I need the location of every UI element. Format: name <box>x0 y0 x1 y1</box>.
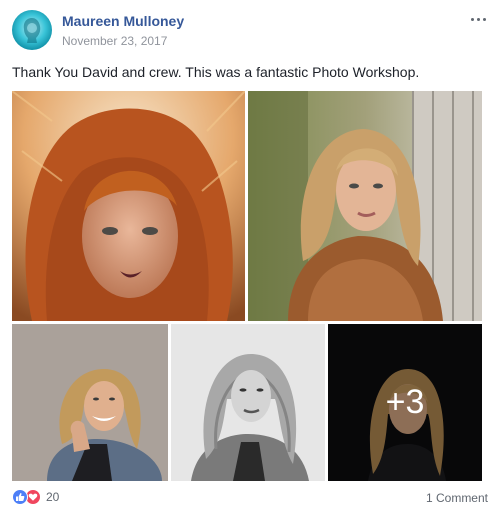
photo-1-image <box>12 91 245 321</box>
comments-link[interactable]: 1 Comment <box>426 491 488 505</box>
photo-4[interactable] <box>171 324 325 481</box>
dot <box>470 17 474 21</box>
author-avatar[interactable] <box>12 10 52 50</box>
facebook-post: Maureen Mulloney November 23, 2017 Thank… <box>0 0 500 518</box>
photo-4-image <box>171 324 325 481</box>
photo-3-image <box>12 324 168 481</box>
like-icon <box>12 489 28 505</box>
dot <box>482 17 486 21</box>
more-photos-overlay[interactable]: +3 <box>328 324 482 481</box>
author-name-link[interactable]: Maureen Mulloney <box>62 13 184 29</box>
avatar-image <box>23 18 41 43</box>
post-message: Thank You David and crew. This was a fan… <box>12 64 420 80</box>
dot <box>476 17 480 21</box>
post-header: Maureen Mulloney November 23, 2017 <box>12 10 488 54</box>
photo-2-image <box>248 91 482 321</box>
photo-3[interactable] <box>12 324 168 481</box>
post-timestamp[interactable]: November 23, 2017 <box>62 34 167 48</box>
photo-1[interactable] <box>12 91 245 321</box>
photo-5-more[interactable]: +3 <box>328 324 482 481</box>
reaction-count: 20 <box>46 490 60 504</box>
post-footer: 20 1 Comment <box>12 488 488 510</box>
reactions-summary[interactable]: 20 <box>12 489 59 505</box>
more-options-icon[interactable] <box>468 12 488 26</box>
photo-2[interactable] <box>248 91 482 321</box>
more-photos-count: +3 <box>385 383 425 421</box>
